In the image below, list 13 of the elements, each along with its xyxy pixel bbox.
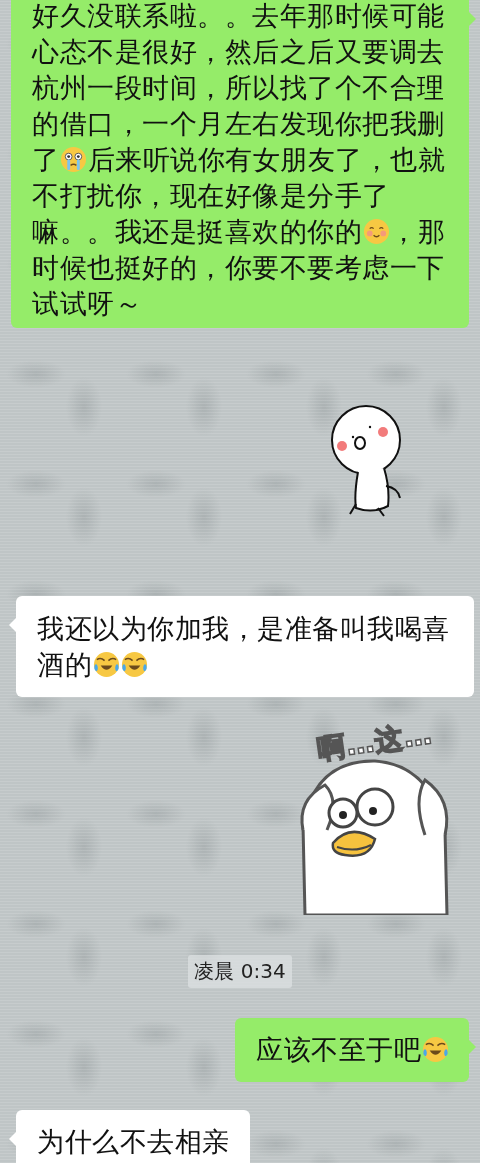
message-bubble: 好久没联系啦。。去年那时候可能心态不是很好，然后之后又要调去杭州一段时间，所以找了个不合理的借口，一个月左右发现你把我删了 后来听说你有女朋友了，也就不打扰你，现在好像是分手了嘛。。我还是挺喜欢的你的 ，那时候也挺好的，你要不要考虑一下试试呀～	[11, 0, 469, 328]
message-bubble: 应该不至于吧	[235, 1018, 469, 1082]
timestamp: 凌晨 0:34	[188, 955, 292, 988]
message-bubble: 为什么不去相亲	[16, 1110, 250, 1163]
message-bubble: 我还以为你加我，是准备叫我喝喜酒的	[16, 596, 474, 697]
laughing-crying-face-icon	[120, 651, 148, 678]
bubble-tail	[469, 1040, 476, 1054]
crying-face-icon	[60, 146, 87, 173]
bubble-tail	[469, 12, 476, 26]
laughing-crying-face-icon	[92, 651, 120, 678]
blushing-face-icon	[362, 218, 390, 245]
laughing-crying-face-icon	[421, 1036, 449, 1063]
sticker-caption: 啊…这…	[314, 716, 436, 768]
